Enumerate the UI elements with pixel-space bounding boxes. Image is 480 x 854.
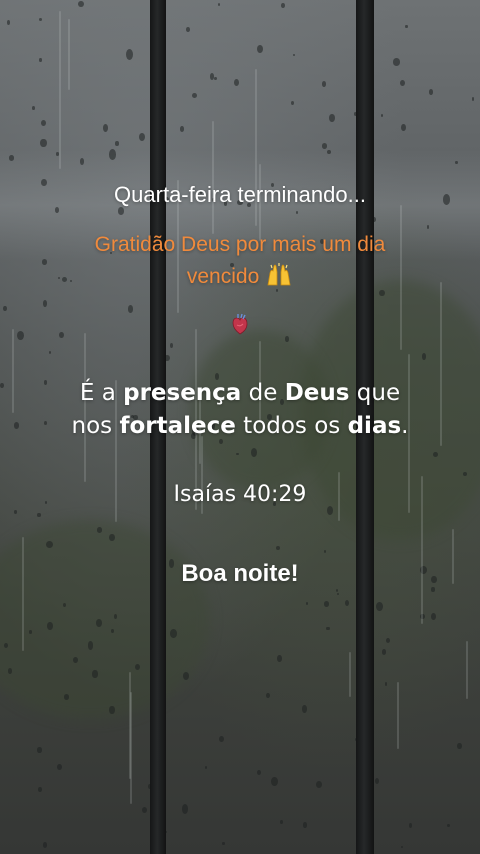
caption-weekday: Quarta-feira terminando... [0, 182, 480, 208]
story-text-layer: Quarta-feira terminando... Gratidão Deus… [0, 0, 480, 854]
quote-text: de [241, 380, 285, 406]
anatomical-heart-icon [231, 313, 249, 335]
caption-gratitude-line2: vencido [0, 261, 480, 293]
caption-gratitude-text-b: vencido [186, 265, 260, 288]
verse-quote-line2: nos fortalece todos os dias. [40, 410, 440, 443]
verse-quote-line1: É a presença de Deus que [40, 377, 440, 410]
quote-bold: presença [123, 380, 242, 406]
quote-text: É a [79, 380, 124, 406]
story-background: Quarta-feira terminando... Gratidão Deus… [0, 0, 480, 854]
quote-text: . [401, 413, 409, 439]
verse-quote: É a presença de Deus que nos fortalece t… [40, 377, 440, 443]
quote-bold: Deus [284, 380, 350, 406]
quote-text: nos [71, 413, 120, 439]
quote-bold: dias [347, 413, 402, 439]
quote-text: todos os [235, 413, 348, 439]
verse-reference: Isaías 40:29 [173, 482, 307, 507]
caption-gratitude: Gratidão Deus por mais um dia vencido [0, 229, 480, 293]
closing-greeting: Boa noite! [181, 560, 299, 587]
caption-weekday-text: Quarta-feira terminando... [114, 182, 366, 207]
quote-bold: fortalece [119, 413, 236, 439]
quote-text: que [349, 380, 401, 406]
raising-hands-icon [265, 263, 293, 288]
caption-gratitude-text: Gratidão Deus por mais um dia [94, 233, 386, 256]
